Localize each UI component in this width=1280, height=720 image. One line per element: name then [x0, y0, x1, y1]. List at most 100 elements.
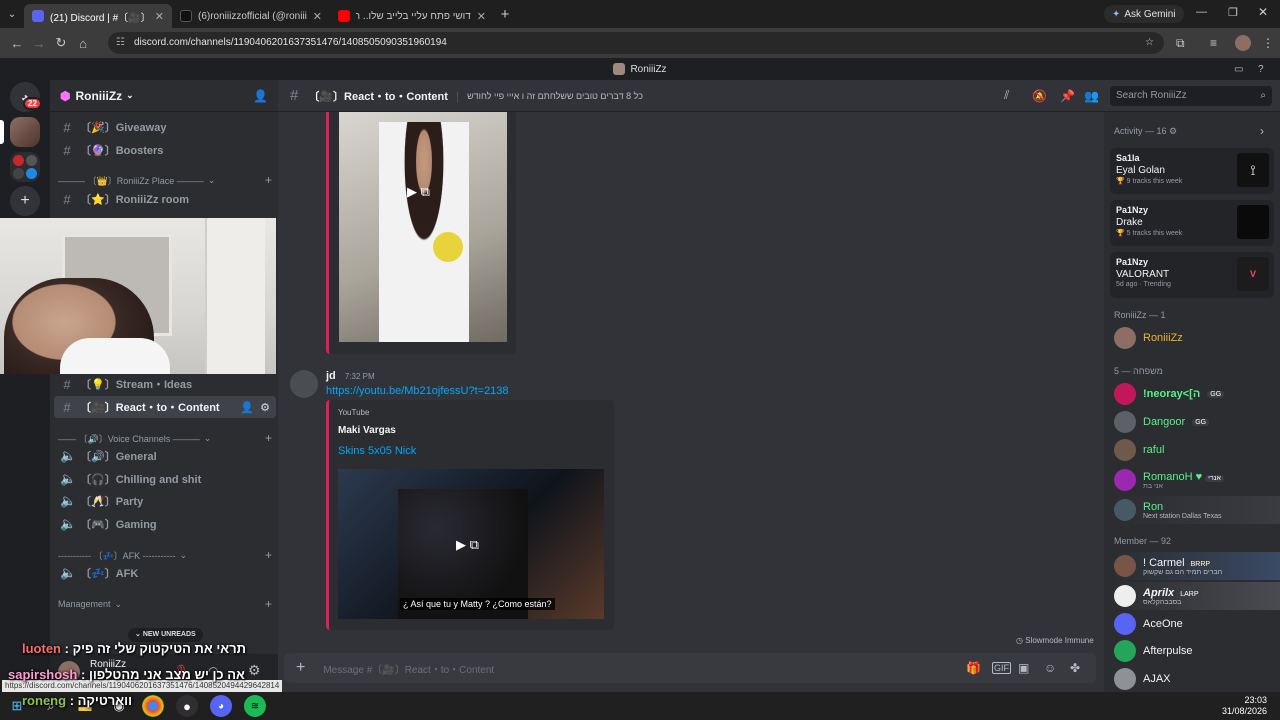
invite-people-icon[interactable]: 👤 — [253, 89, 268, 103]
channel-boosters[interactable]: # 〔🔮〕Boosters — [54, 139, 276, 161]
play-icon[interactable]: ▶ ⧉ — [456, 537, 479, 553]
member-item[interactable]: RomanoH ♥ אנרי אני בת — [1114, 466, 1274, 494]
threads-icon[interactable]: ⫽ — [1004, 88, 1009, 103]
member-item[interactable]: Dangoor GG — [1114, 410, 1274, 434]
gear-icon[interactable]: ⚙ — [1169, 126, 1177, 136]
member-item[interactable]: RoniiiZz — [1114, 326, 1274, 350]
message-link[interactable]: https://youtu.be/Mb21ojfessU?t=2138 — [326, 385, 509, 397]
help-icon[interactable]: ? — [1258, 64, 1264, 75]
category-afk[interactable]: ----------- 〔💤〕AFK ----------- ⌄ + — [58, 547, 272, 563]
upload-plus-icon[interactable]: + — [296, 659, 305, 677]
sticker-icon[interactable]: ▣ — [1018, 661, 1029, 675]
gif-icon[interactable]: GIF — [992, 662, 1011, 674]
server-folder[interactable] — [10, 152, 40, 182]
create-channel-icon[interactable]: + — [265, 173, 272, 187]
emoji-icon[interactable]: ☺ — [1044, 661, 1056, 675]
channel-giveaway[interactable]: # 〔🎉〕Giveaway — [54, 116, 276, 138]
forward-icon[interactable]: → — [28, 36, 50, 51]
close-tab-icon[interactable]: ✕ — [313, 10, 322, 23]
extensions-icon[interactable]: ⧉ — [1176, 36, 1185, 51]
play-icon[interactable]: ▶ ⧉ — [407, 184, 430, 200]
add-member-icon[interactable]: 👤 — [240, 401, 254, 414]
apps-icon[interactable]: ✤ — [1070, 661, 1080, 675]
category-roniiizz-place[interactable]: ——— 〔👑〕RoniiiZz Place ——— ⌄ + — [58, 172, 272, 188]
obs-icon[interactable]: ● — [176, 695, 198, 717]
member-item[interactable]: raful — [1114, 438, 1274, 462]
chevron-down-icon: ⌄ — [203, 432, 212, 443]
address-bar[interactable]: ☷ discord.com/channels/11904062016373514… — [108, 32, 1164, 54]
activity-card[interactable]: Pa1Nzy Drake 🏆 5 tracks this week — [1110, 200, 1274, 246]
member-item[interactable]: Afterpulse — [1114, 639, 1274, 663]
tab-list-button[interactable]: ⌄ — [0, 9, 24, 20]
browser-tab-bar: ⌄ (21) Discord | #〔🎥〕React・to・Con ✕ (6)r… — [0, 0, 1280, 28]
voice-channel-afk[interactable]: 🔈 〔💤〕AFK — [54, 562, 276, 584]
new-unreads-pill[interactable]: ⌄ NEW UNREADS — [128, 628, 203, 642]
tab-youtube[interactable]: דושי פתח עליי בלייב שלו.. הייתי ✕ — [330, 4, 494, 28]
member-item[interactable]: ! Carmel BRRP חברים תמיד הם גם שקשוק — [1114, 552, 1280, 580]
activity-card[interactable]: Sa1la Eyal Golan 🏆 9 tracks this week ⟟ — [1110, 148, 1274, 194]
close-window-button[interactable]: ✕ — [1258, 5, 1268, 19]
voice-channel-general[interactable]: 🔈 〔🔊〕General — [54, 445, 276, 467]
message-composer[interactable]: + Message #〔🎥〕React・to・Content 🎁 GIF ▣ ☺… — [284, 653, 1096, 683]
gear-icon[interactable]: ⚙ — [248, 662, 261, 679]
clock[interactable]: 23:03 31/08/2026 — [1222, 695, 1267, 717]
tab-tiktok[interactable]: (6)roniiizzofficial (@roniiizzoffic ✕ — [172, 4, 330, 28]
activity-card[interactable]: Pa1Nzy VALORANT 5d ago · Trending V — [1110, 252, 1274, 298]
member-item[interactable]: Ron Next station Dallas Texas — [1114, 496, 1280, 524]
maximize-button[interactable]: ❐ — [1228, 6, 1238, 19]
minimize-button[interactable]: — — [1196, 6, 1207, 18]
create-channel-icon[interactable]: + — [265, 548, 272, 562]
message-list[interactable]: ▶ ⧉ jd 7:32 PM https://youtu.be/Mb21ojfe… — [278, 112, 1104, 692]
voice-channel-gaming[interactable]: 🔈 〔🎮〕Gaming — [54, 513, 276, 535]
category-voice-channels[interactable]: —— 〔🔊〕Voice Channels ——— ⌄ + — [58, 430, 272, 446]
site-info-icon[interactable]: ☷ — [116, 32, 125, 54]
member-item[interactable]: AceOne — [1114, 612, 1274, 636]
close-tab-icon[interactable]: ✕ — [477, 10, 486, 23]
avatar[interactable] — [290, 370, 318, 398]
discord-favicon-icon — [32, 10, 44, 22]
text-channel-icon: # — [63, 376, 71, 392]
new-tab-button[interactable]: + — [494, 6, 516, 23]
voice-channel-chilling[interactable]: 🔈 〔🎧〕Chilling and shit — [54, 468, 276, 490]
reload-icon[interactable]: ↻ — [50, 35, 72, 51]
back-icon[interactable]: ← — [6, 36, 28, 51]
member-name-block: ! Carmel BRRP חברים תמיד הם גם שקשוק — [1143, 556, 1223, 576]
ask-gemini-button[interactable]: ✦ Ask Gemini — [1104, 5, 1184, 23]
spotify-icon[interactable]: ≋ — [244, 695, 266, 717]
voice-channel-party[interactable]: 🔈 〔🥂〕Party — [54, 490, 276, 512]
notification-bell-muted-icon[interactable]: 🔕 — [1032, 89, 1047, 103]
channel-roniiizz-room[interactable]: # 〔⭐〕RoniiiZz room — [54, 188, 276, 210]
close-tab-icon[interactable]: ✕ — [155, 10, 164, 23]
member-list-icon[interactable]: 👥 — [1084, 89, 1099, 103]
video-thumbnail[interactable]: ▶ ⧉ — [339, 112, 507, 342]
search-input[interactable]: Search RoniiiZz ⌕ — [1110, 86, 1272, 106]
pinned-messages-icon[interactable]: 📌 — [1060, 89, 1075, 103]
member-item[interactable]: !neoray<[ה GG — [1114, 382, 1274, 406]
server-header[interactable]: ⬢ RoniiiZz ⌄ 👤 — [50, 80, 278, 112]
create-channel-icon[interactable]: + — [265, 431, 272, 445]
message-input[interactable]: Message #〔🎥〕React・to・Content — [323, 661, 494, 676]
channel-stream-ideas[interactable]: # 〔💡〕Stream・Ideas — [54, 373, 276, 395]
gear-icon[interactable]: ⚙ — [260, 401, 270, 414]
gift-icon[interactable]: 🎁 — [966, 661, 981, 675]
tab-discord[interactable]: (21) Discord | #〔🎥〕React・to・Con ✕ — [24, 4, 172, 28]
create-channel-icon[interactable]: + — [265, 597, 272, 611]
home-icon[interactable]: ⌂ — [72, 36, 94, 51]
tab-search-icon[interactable]: ≡ — [1210, 36, 1217, 50]
server-roniiizz[interactable] — [10, 117, 40, 147]
discord-icon[interactable]: ◕ — [210, 695, 232, 717]
category-management[interactable]: Management ⌄ + — [58, 596, 272, 612]
trophy-icon: 🏆 — [1116, 230, 1125, 237]
browser-menu-icon[interactable]: ⋮ — [1262, 36, 1274, 50]
bookmark-star-icon[interactable]: ☆ — [1145, 32, 1154, 54]
channel-react-to-content[interactable]: # 〔🎥〕React・to・Content 👤 ⚙ — [54, 396, 276, 418]
chrome-icon[interactable] — [142, 695, 164, 717]
add-server-button[interactable]: + — [10, 186, 40, 216]
member-item[interactable]: AJAX — [1114, 667, 1274, 691]
inbox-icon[interactable]: ▭ — [1234, 64, 1243, 75]
member-item[interactable]: Aprilx LARP בסבבהקלאס — [1114, 582, 1280, 610]
video-thumbnail[interactable]: ▶ ⧉ ¿ Así que tu y Matty ? ¿Como están? — [338, 469, 604, 619]
chevron-right-icon[interactable]: › — [1260, 124, 1264, 138]
avatar — [1114, 499, 1136, 521]
profile-avatar[interactable] — [1235, 35, 1251, 51]
